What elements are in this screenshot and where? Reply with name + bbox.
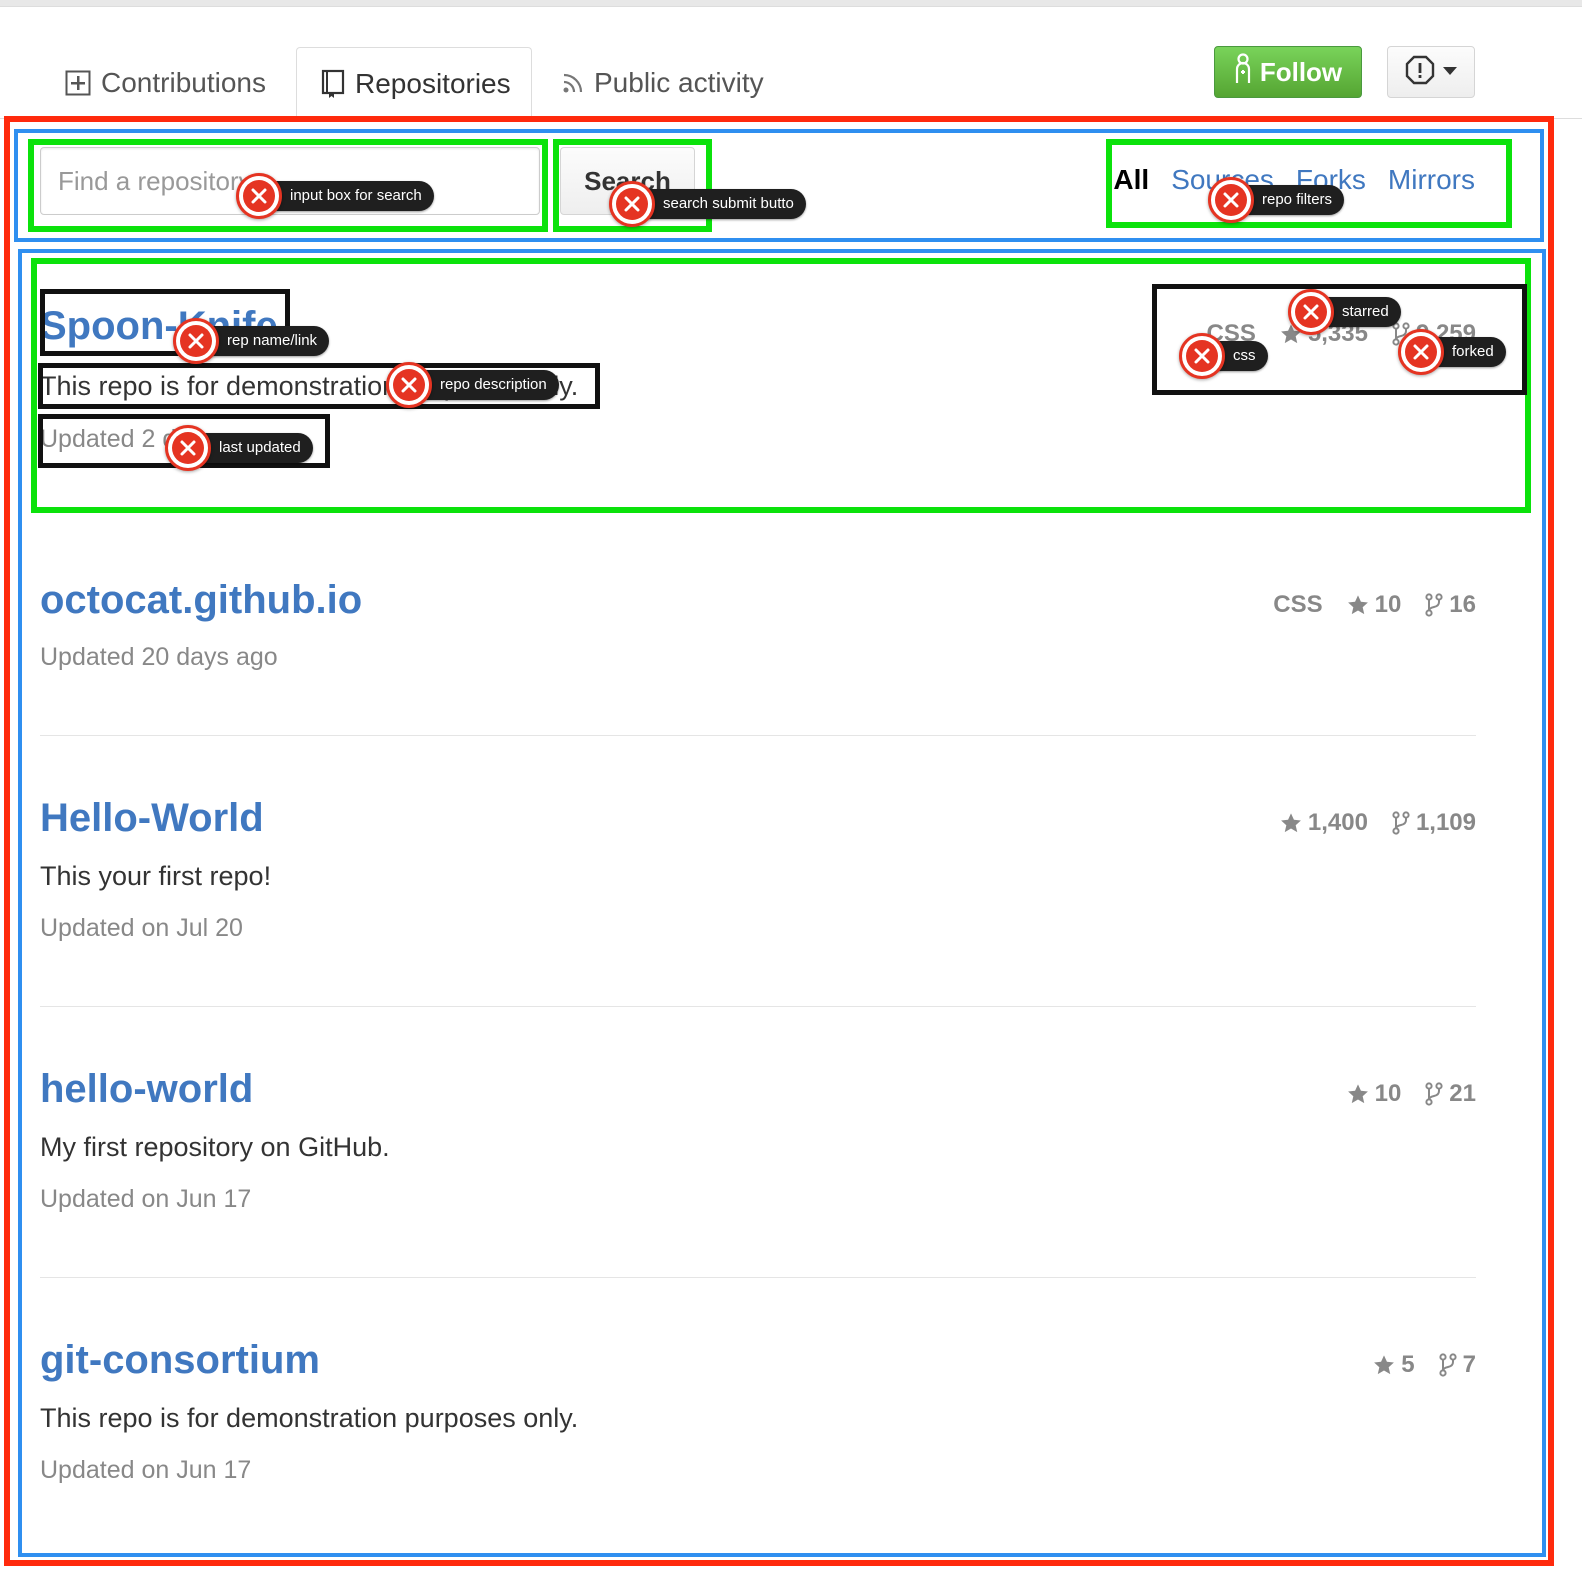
stargazers-link[interactable]: 5 <box>1373 1351 1415 1379</box>
follow-label: Follow <box>1259 56 1343 87</box>
close-icon[interactable] <box>386 362 432 408</box>
list-item: git-consortium This repo is for demonstr… <box>40 1335 1476 1495</box>
repo-name-link[interactable]: octocat.github.io <box>40 578 362 623</box>
follow-button[interactable]: Follow <box>1214 46 1362 98</box>
annotation-marker-filters[interactable]: repo filters <box>1208 177 1345 223</box>
forks-link[interactable]: 16 <box>1425 591 1476 619</box>
tab-contributions[interactable]: Contributions <box>65 47 266 119</box>
filter-all[interactable]: All <box>1113 164 1149 196</box>
star-icon <box>1347 595 1368 615</box>
star-count: 10 <box>1374 1080 1402 1107</box>
repo-updated: Updated on Jul 20 <box>40 914 243 942</box>
repo-name-link[interactable]: hello-world <box>40 1067 253 1112</box>
star-count: 1,400 <box>1307 809 1368 836</box>
close-icon[interactable] <box>1288 289 1334 335</box>
divider <box>40 1006 1476 1007</box>
repo-description: This your first repo! <box>40 861 272 891</box>
list-item: octocat.github.io Updated 20 days ago CS… <box>40 575 1476 695</box>
tab-label: Contributions <box>101 67 266 98</box>
person-add-icon <box>1234 52 1252 92</box>
annotation-marker-search-input[interactable]: input box for search <box>236 173 434 219</box>
repo-stats: 1,400 1,109 <box>1280 809 1476 837</box>
annotation-marker-repo-name[interactable]: rep name/link <box>173 318 330 364</box>
fork-icon <box>1425 1082 1443 1106</box>
annotation-label: search submit butto <box>629 189 806 219</box>
list-item: hello-world My first repository on GitHu… <box>40 1064 1476 1224</box>
more-actions-dropdown[interactable] <box>1387 46 1475 98</box>
close-icon[interactable] <box>1398 329 1444 375</box>
stargazers-link[interactable]: 10 <box>1347 591 1402 619</box>
repo-stats: 5 7 <box>1373 1351 1476 1379</box>
caret-down-icon <box>1443 63 1457 81</box>
star-icon <box>1347 1084 1368 1104</box>
close-icon[interactable] <box>1208 177 1254 223</box>
divider <box>40 735 1476 736</box>
fork-count: 1,109 <box>1415 809 1476 836</box>
fork-count: 16 <box>1449 591 1476 618</box>
close-icon[interactable] <box>609 181 655 227</box>
annotation-marker-forked[interactable]: forked <box>1398 329 1506 375</box>
annotation-marker-css[interactable]: css <box>1179 333 1268 379</box>
repo-updated: Updated on Jun 17 <box>40 1185 252 1213</box>
repo-name-link[interactable]: git-consortium <box>40 1338 320 1383</box>
close-icon[interactable] <box>236 173 282 219</box>
fork-icon <box>1439 1353 1457 1377</box>
divider <box>40 1277 1476 1278</box>
star-count: 10 <box>1374 591 1402 618</box>
fork-count: 7 <box>1462 1351 1476 1378</box>
annotation-marker-last-updated[interactable]: last updated <box>165 425 313 471</box>
repo-updated: Updated on Jun 17 <box>40 1456 252 1484</box>
stargazers-link[interactable]: 1,400 <box>1280 809 1368 837</box>
repo-language: CSS <box>1273 591 1323 618</box>
tab-public-activity[interactable]: Public activity <box>562 47 764 119</box>
fork-count: 21 <box>1449 1080 1476 1107</box>
forks-link[interactable]: 1,109 <box>1392 809 1476 837</box>
annotation-marker-repo-description[interactable]: repo description <box>386 362 559 408</box>
report-icon <box>1405 55 1435 90</box>
repo-stats: CSS 10 16 <box>1273 591 1476 619</box>
annotation-label: input box for search <box>256 181 434 211</box>
close-icon[interactable] <box>173 318 219 364</box>
repo-stats: 10 21 <box>1347 1080 1476 1108</box>
repo-description: My first repository on GitHub. <box>40 1132 390 1162</box>
repo-name-link[interactable]: Hello-World <box>40 796 264 841</box>
plus-box-icon <box>65 70 91 96</box>
annotation-marker-search-button[interactable]: search submit butto <box>609 181 806 227</box>
tab-baseline <box>0 118 1582 119</box>
tab-label: Repositories <box>355 67 511 99</box>
star-icon <box>1374 1355 1395 1375</box>
stargazers-link[interactable]: 10 <box>1347 1080 1402 1108</box>
forks-link[interactable]: 7 <box>1439 1351 1476 1379</box>
tab-repositories[interactable]: Repositories <box>296 47 532 119</box>
rss-icon <box>562 72 584 94</box>
filter-mirrors[interactable]: Mirrors <box>1388 164 1475 196</box>
top-border <box>0 0 1582 7</box>
close-icon[interactable] <box>1179 333 1225 379</box>
repo-updated: Updated 20 days ago <box>40 643 278 671</box>
close-icon[interactable] <box>165 425 211 471</box>
repo-book-icon <box>321 69 345 99</box>
star-icon <box>1280 813 1301 833</box>
fork-icon <box>1425 593 1443 617</box>
repo-description: This repo is for demonstration purposes … <box>40 1403 579 1433</box>
tab-label: Public activity <box>594 67 764 98</box>
forks-link[interactable]: 21 <box>1425 1080 1476 1108</box>
list-item: Hello-World This your first repo! Update… <box>40 793 1476 953</box>
fork-icon <box>1392 811 1410 835</box>
star-count: 5 <box>1401 1351 1415 1378</box>
annotation-marker-starred[interactable]: starred <box>1288 289 1401 335</box>
